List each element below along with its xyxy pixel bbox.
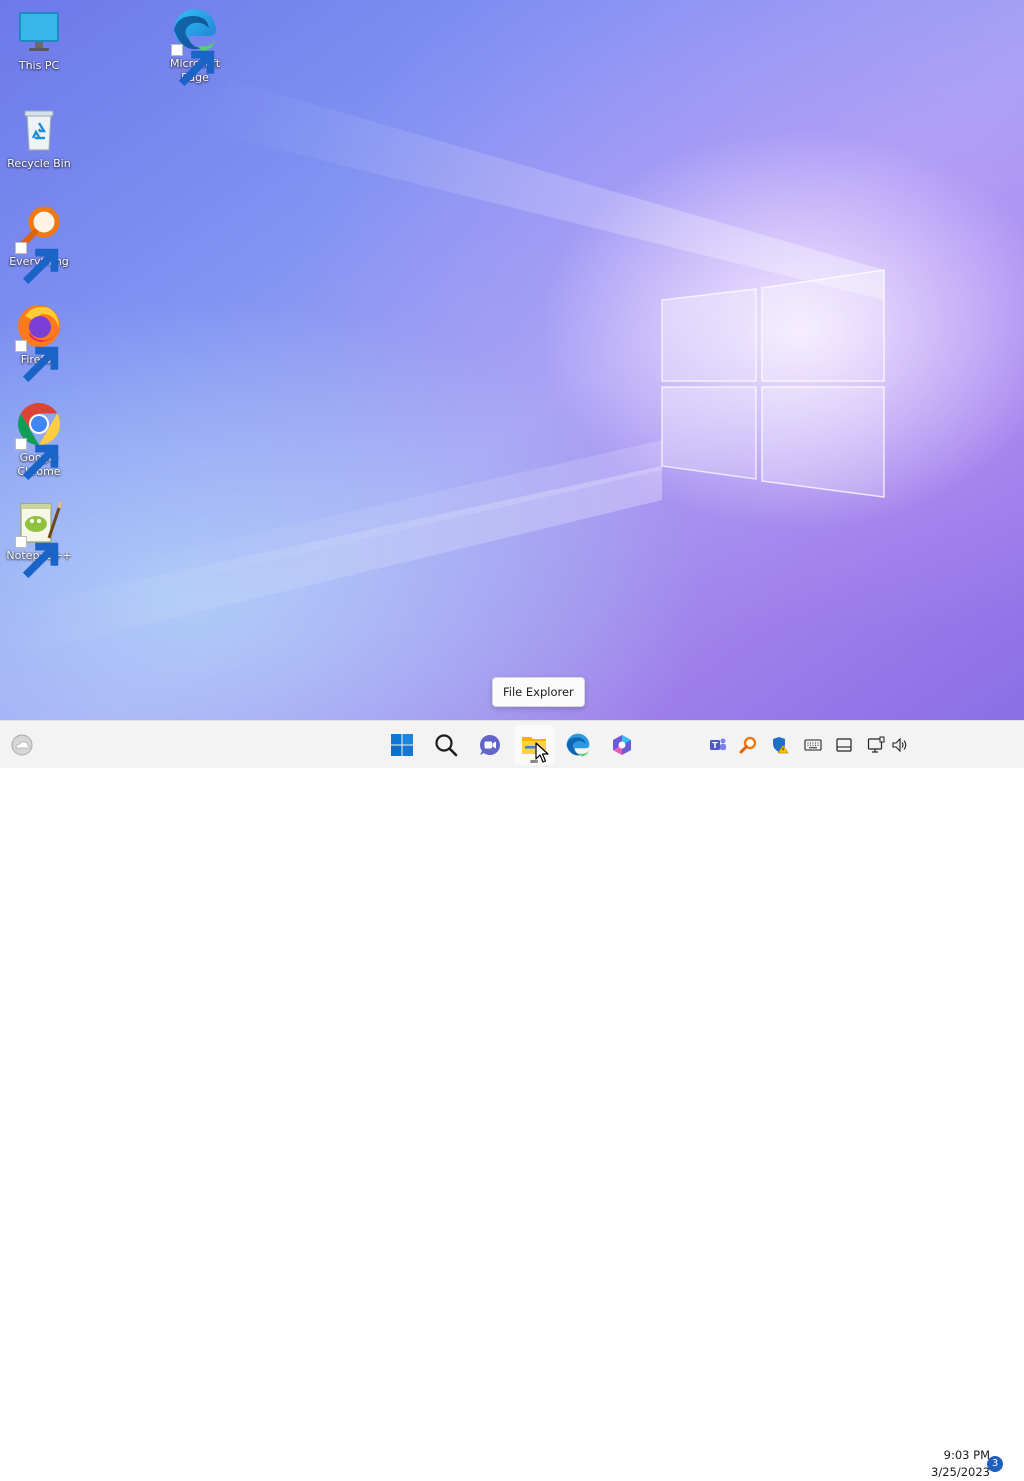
desktop-icon-firefox[interactable]: Firefox [4, 302, 74, 383]
clock-time: 9:03 PM [943, 1448, 990, 1462]
edge-icon [565, 732, 591, 758]
search-icon [434, 733, 458, 757]
edge-icon [171, 6, 219, 87]
chat-camera-icon [478, 733, 502, 757]
network-icon[interactable] [866, 735, 886, 755]
notepadpp-icon [15, 498, 63, 579]
security-warning-icon[interactable] [770, 735, 790, 755]
chrome-icon [15, 400, 63, 481]
desktop-icon-recycle-bin[interactable]: Recycle Bin [4, 106, 74, 171]
keyboard-icon[interactable] [803, 735, 823, 755]
clock-date: 3/25/2023 [931, 1465, 990, 1479]
recycle-bin-icon [15, 106, 63, 154]
chat-button[interactable] [470, 725, 510, 765]
firefox-icon [15, 302, 63, 383]
desktop-icon-google-chrome[interactable]: Google Chrome [4, 400, 74, 481]
start-button[interactable] [382, 725, 422, 765]
shortcut-arrow-icon [15, 242, 59, 285]
desktop-icon-microsoft-edge[interactable]: Microsoft Edge [160, 6, 230, 87]
shortcut-arrow-icon [15, 340, 59, 383]
svg-text:T: T [712, 741, 718, 750]
windows-logo-icon [390, 733, 414, 757]
desktop-icon-this-pc[interactable]: This PC [4, 8, 74, 73]
edge-taskbar-button[interactable] [558, 725, 598, 765]
desktop[interactable]: This PC Recycle Bin Everything Firefox G… [0, 0, 1024, 720]
taskbar: T 9:03 PM 3/25/2023 3 [0, 720, 1024, 1479]
widgets-button[interactable] [2, 725, 42, 765]
shortcut-arrow-icon [15, 438, 59, 481]
teams-icon[interactable]: T [708, 735, 728, 755]
desktop-icon-everything[interactable]: Everything [4, 204, 74, 285]
shortcut-arrow-icon [15, 536, 59, 579]
everything-icon[interactable] [738, 735, 758, 755]
wallpaper [0, 80, 885, 660]
search-button[interactable] [426, 725, 466, 765]
monitor-icon [15, 8, 63, 56]
mouse-cursor-icon [535, 742, 549, 763]
desktop-icon-label: This PC [18, 59, 60, 72]
copilot-button[interactable] [602, 725, 642, 765]
copilot-icon [610, 733, 634, 757]
shortcut-arrow-icon [171, 44, 215, 87]
magnifier-icon [15, 204, 63, 285]
clock[interactable]: 9:03 PM 3/25/2023 [918, 1447, 990, 1481]
weather-icon [10, 733, 34, 757]
desktop-icon-label: Recycle Bin [7, 157, 71, 170]
volume-icon[interactable] [890, 735, 910, 755]
display-icon[interactable] [834, 735, 854, 755]
desktop-icon-notepadpp[interactable]: Notepad++ [4, 498, 74, 579]
notification-badge[interactable]: 3 [987, 1456, 1003, 1472]
file-explorer-tooltip: File Explorer [492, 677, 585, 707]
